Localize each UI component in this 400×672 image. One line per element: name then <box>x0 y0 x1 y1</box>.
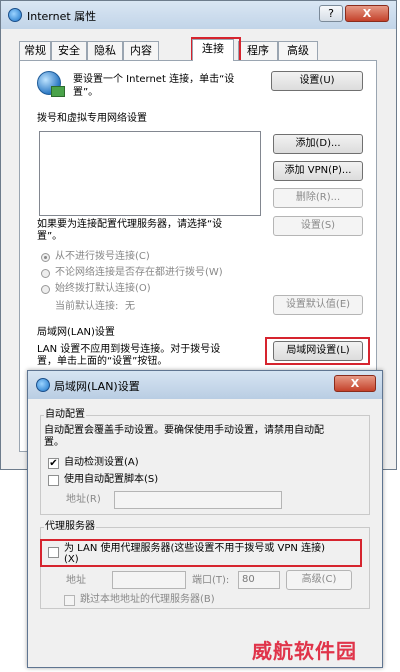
radio-never-dial[interactable] <box>41 253 50 262</box>
tab-connections[interactable]: 连接 <box>192 39 234 61</box>
set-default-button[interactable]: 设置默认值(E) <box>273 295 363 315</box>
use-script-label: 使用自动配置脚本(S) <box>64 474 159 485</box>
proxy-address-input[interactable] <box>112 571 186 589</box>
proxy-port-input[interactable]: 80 <box>238 571 280 589</box>
use-script-checkbox[interactable] <box>48 475 59 486</box>
add-connection-button[interactable]: 添加(D)... <box>273 134 363 154</box>
ie-icon <box>8 8 22 22</box>
lan-heading: 局域网(LAN)设置 <box>37 327 115 338</box>
dialup-heading: 拨号和虚拟专用网络设置 <box>37 113 147 124</box>
auto-detect-checkbox[interactable]: ✔ <box>48 458 59 469</box>
script-address-input[interactable] <box>114 491 282 509</box>
proxy-note-line2: 置”。 <box>37 231 63 242</box>
tab-security[interactable]: 安全 <box>51 41 87 60</box>
proxy-port-label: 端口(T): <box>192 575 230 586</box>
tab-content[interactable]: 内容 <box>123 41 159 60</box>
highlight-use-proxy <box>40 539 362 567</box>
lan-text-line1: LAN 设置不应用到拨号连接。对于拨号设 <box>37 344 221 355</box>
radio-dial-when-no-network[interactable] <box>41 269 50 278</box>
globe-network-icon <box>37 71 65 97</box>
radio-always-dial-label: 始终拨打默认连接(O) <box>55 283 151 294</box>
dialog-close-button[interactable]: X <box>334 375 376 392</box>
lan-text-line2: 置，单击上面的“设置”按钮。 <box>37 356 168 367</box>
auto-config-heading: 自动配置 <box>44 409 86 421</box>
highlight-lan-settings-button <box>265 337 370 365</box>
lan-settings-dialog: 局域网(LAN)设置 X 自动配置 自动配置会覆盖手动设置。要确保使用手动设置，… <box>27 370 383 668</box>
setup-button[interactable]: 设置(U) <box>271 71 363 91</box>
auto-detect-label: 自动检测设置(A) <box>64 457 139 468</box>
site-watermark: 威航软件园 <box>252 639 357 663</box>
proxy-heading: 代理服务器 <box>44 521 96 533</box>
setup-text-line1: 要设置一个 Internet 连接，单击“设 <box>73 74 235 85</box>
help-button[interactable]: ? <box>319 5 343 22</box>
current-default-value: 无 <box>125 301 135 312</box>
delete-connection-button[interactable]: 删除(R)... <box>273 188 363 208</box>
auto-config-desc-line2: 置。 <box>44 437 64 448</box>
bypass-local-label: 跳过本地地址的代理服务器(B) <box>80 594 215 605</box>
proxy-note-line1: 如果要为连接配置代理服务器，请选择“设 <box>37 219 223 230</box>
tab-general[interactable]: 常规 <box>19 41 51 60</box>
radio-never-dial-label: 从不进行拨号连接(C) <box>55 251 150 262</box>
current-default-label: 当前默认连接: <box>55 301 119 312</box>
script-address-label: 地址(R) <box>66 494 101 505</box>
dialog-title: 局域网(LAN)设置 <box>54 380 140 393</box>
add-vpn-button[interactable]: 添加 VPN(P)... <box>273 161 363 181</box>
window-titlebar: Internet 属性 ? X <box>1 1 396 29</box>
ie-icon <box>36 378 50 392</box>
dialog-titlebar: 局域网(LAN)设置 X <box>28 371 382 399</box>
close-button[interactable]: X <box>345 5 389 22</box>
window-title: Internet 属性 <box>27 10 97 23</box>
tab-advanced[interactable]: 高级 <box>278 41 318 60</box>
tab-programs[interactable]: 程序 <box>238 41 278 60</box>
radio-always-dial[interactable] <box>41 285 50 294</box>
bypass-local-checkbox[interactable] <box>64 595 75 606</box>
tab-privacy[interactable]: 隐私 <box>87 41 123 60</box>
connection-settings-button[interactable]: 设置(S) <box>273 216 363 236</box>
dialup-connection-list[interactable] <box>39 131 261 216</box>
setup-text-line2: 置”。 <box>73 87 99 98</box>
auto-config-desc-line1: 自动配置会覆盖手动设置。要确保使用手动设置，请禁用自动配 <box>44 425 324 436</box>
proxy-advanced-button[interactable]: 高级(C) <box>286 570 352 590</box>
radio-dial-when-no-network-label: 不论网络连接是否存在都进行拨号(W) <box>55 267 223 278</box>
proxy-address-label: 地址 <box>66 575 86 586</box>
